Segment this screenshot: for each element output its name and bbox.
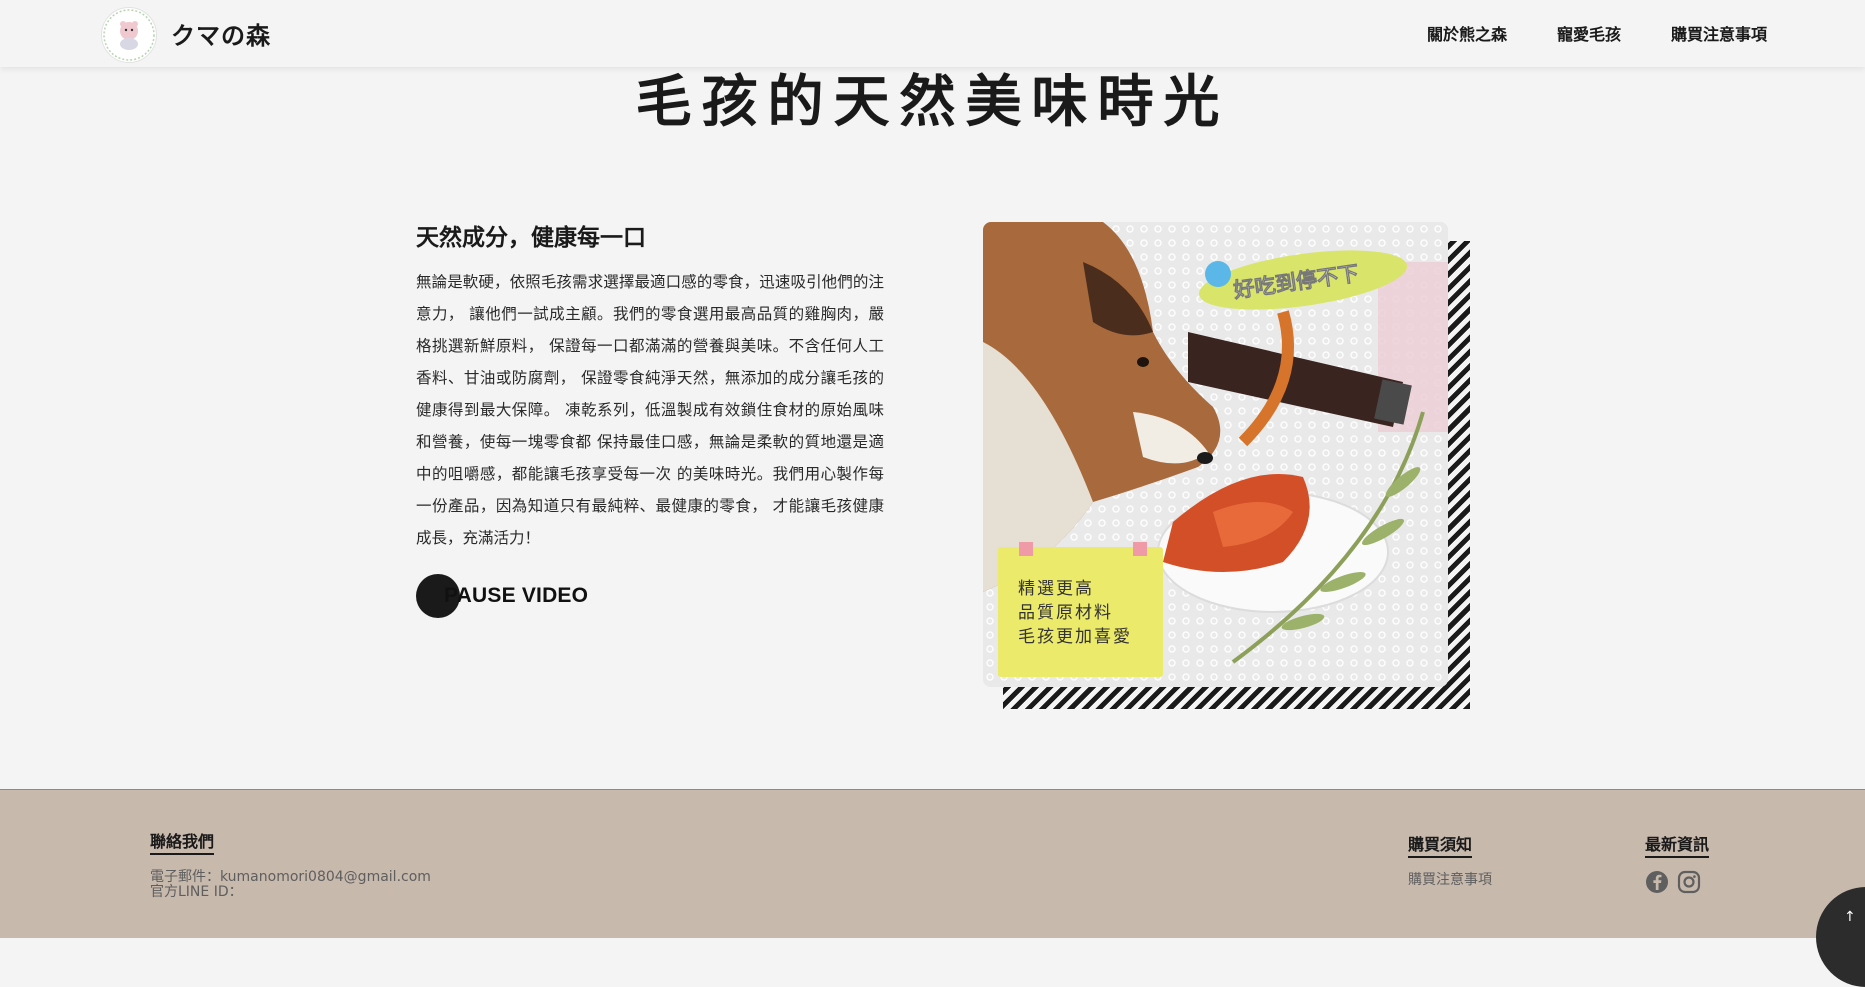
main-nav: 關於熊之森 寵愛毛孩 購買注意事項 — [1427, 21, 1767, 45]
dog-with-treats-image: 好吃到停不下 精選更高 品質原材料 毛孩更加喜愛 — [983, 222, 1448, 687]
social-links — [1645, 870, 1701, 894]
nav-item-pets[interactable]: 寵愛毛孩 — [1557, 21, 1621, 45]
pause-video-button[interactable]: PAUSE VIDEO — [416, 573, 588, 619]
note-line-3: 毛孩更加喜愛 — [1018, 627, 1132, 647]
purchase-title: 購買須知 — [1408, 831, 1473, 858]
section-body: 無論是軟硬，依照毛孩需求選擇最適口感的零食，迅速吸引他們的注意力， 讓他們一試成… — [416, 273, 884, 547]
site-header: クマの森 關於熊之森 寵愛毛孩 購買注意事項 — [0, 0, 1865, 67]
page-title: 毛孩的天然美味時光 — [635, 70, 1230, 135]
pause-video-label: PAUSE VIDEO — [444, 584, 589, 607]
nav-item-purchase-notes[interactable]: 購買注意事項 — [1671, 21, 1767, 45]
product-photo: 好吃到停不下 精選更高 品質原材料 毛孩更加喜愛 — [983, 222, 1448, 687]
note-line-1: 精選更高 — [1018, 579, 1094, 599]
nav-item-about[interactable]: 關於熊之森 — [1427, 21, 1507, 45]
news-title: 最新資訊 — [1645, 831, 1710, 858]
note-line-2: 品質原材料 — [1018, 603, 1113, 623]
site-footer: 聯絡我們 電子郵件：kumanomori0804@gmail.com 官方LIN… — [0, 789, 1865, 938]
contact-line-id: 官方LINE ID： — [150, 884, 243, 900]
contact-title: 聯絡我們 — [150, 828, 215, 855]
instagram-icon[interactable] — [1677, 870, 1701, 894]
brand-name[interactable]: クマの森 — [171, 16, 271, 51]
section-subtitle: 天然成分，健康每一口 — [416, 225, 646, 251]
purchase-notes-link[interactable]: 購買注意事項 — [1408, 869, 1492, 889]
arrow-up-icon: ↑ — [1844, 909, 1856, 925]
facebook-icon[interactable] — [1645, 870, 1669, 894]
bear-logo-icon[interactable] — [101, 7, 157, 63]
